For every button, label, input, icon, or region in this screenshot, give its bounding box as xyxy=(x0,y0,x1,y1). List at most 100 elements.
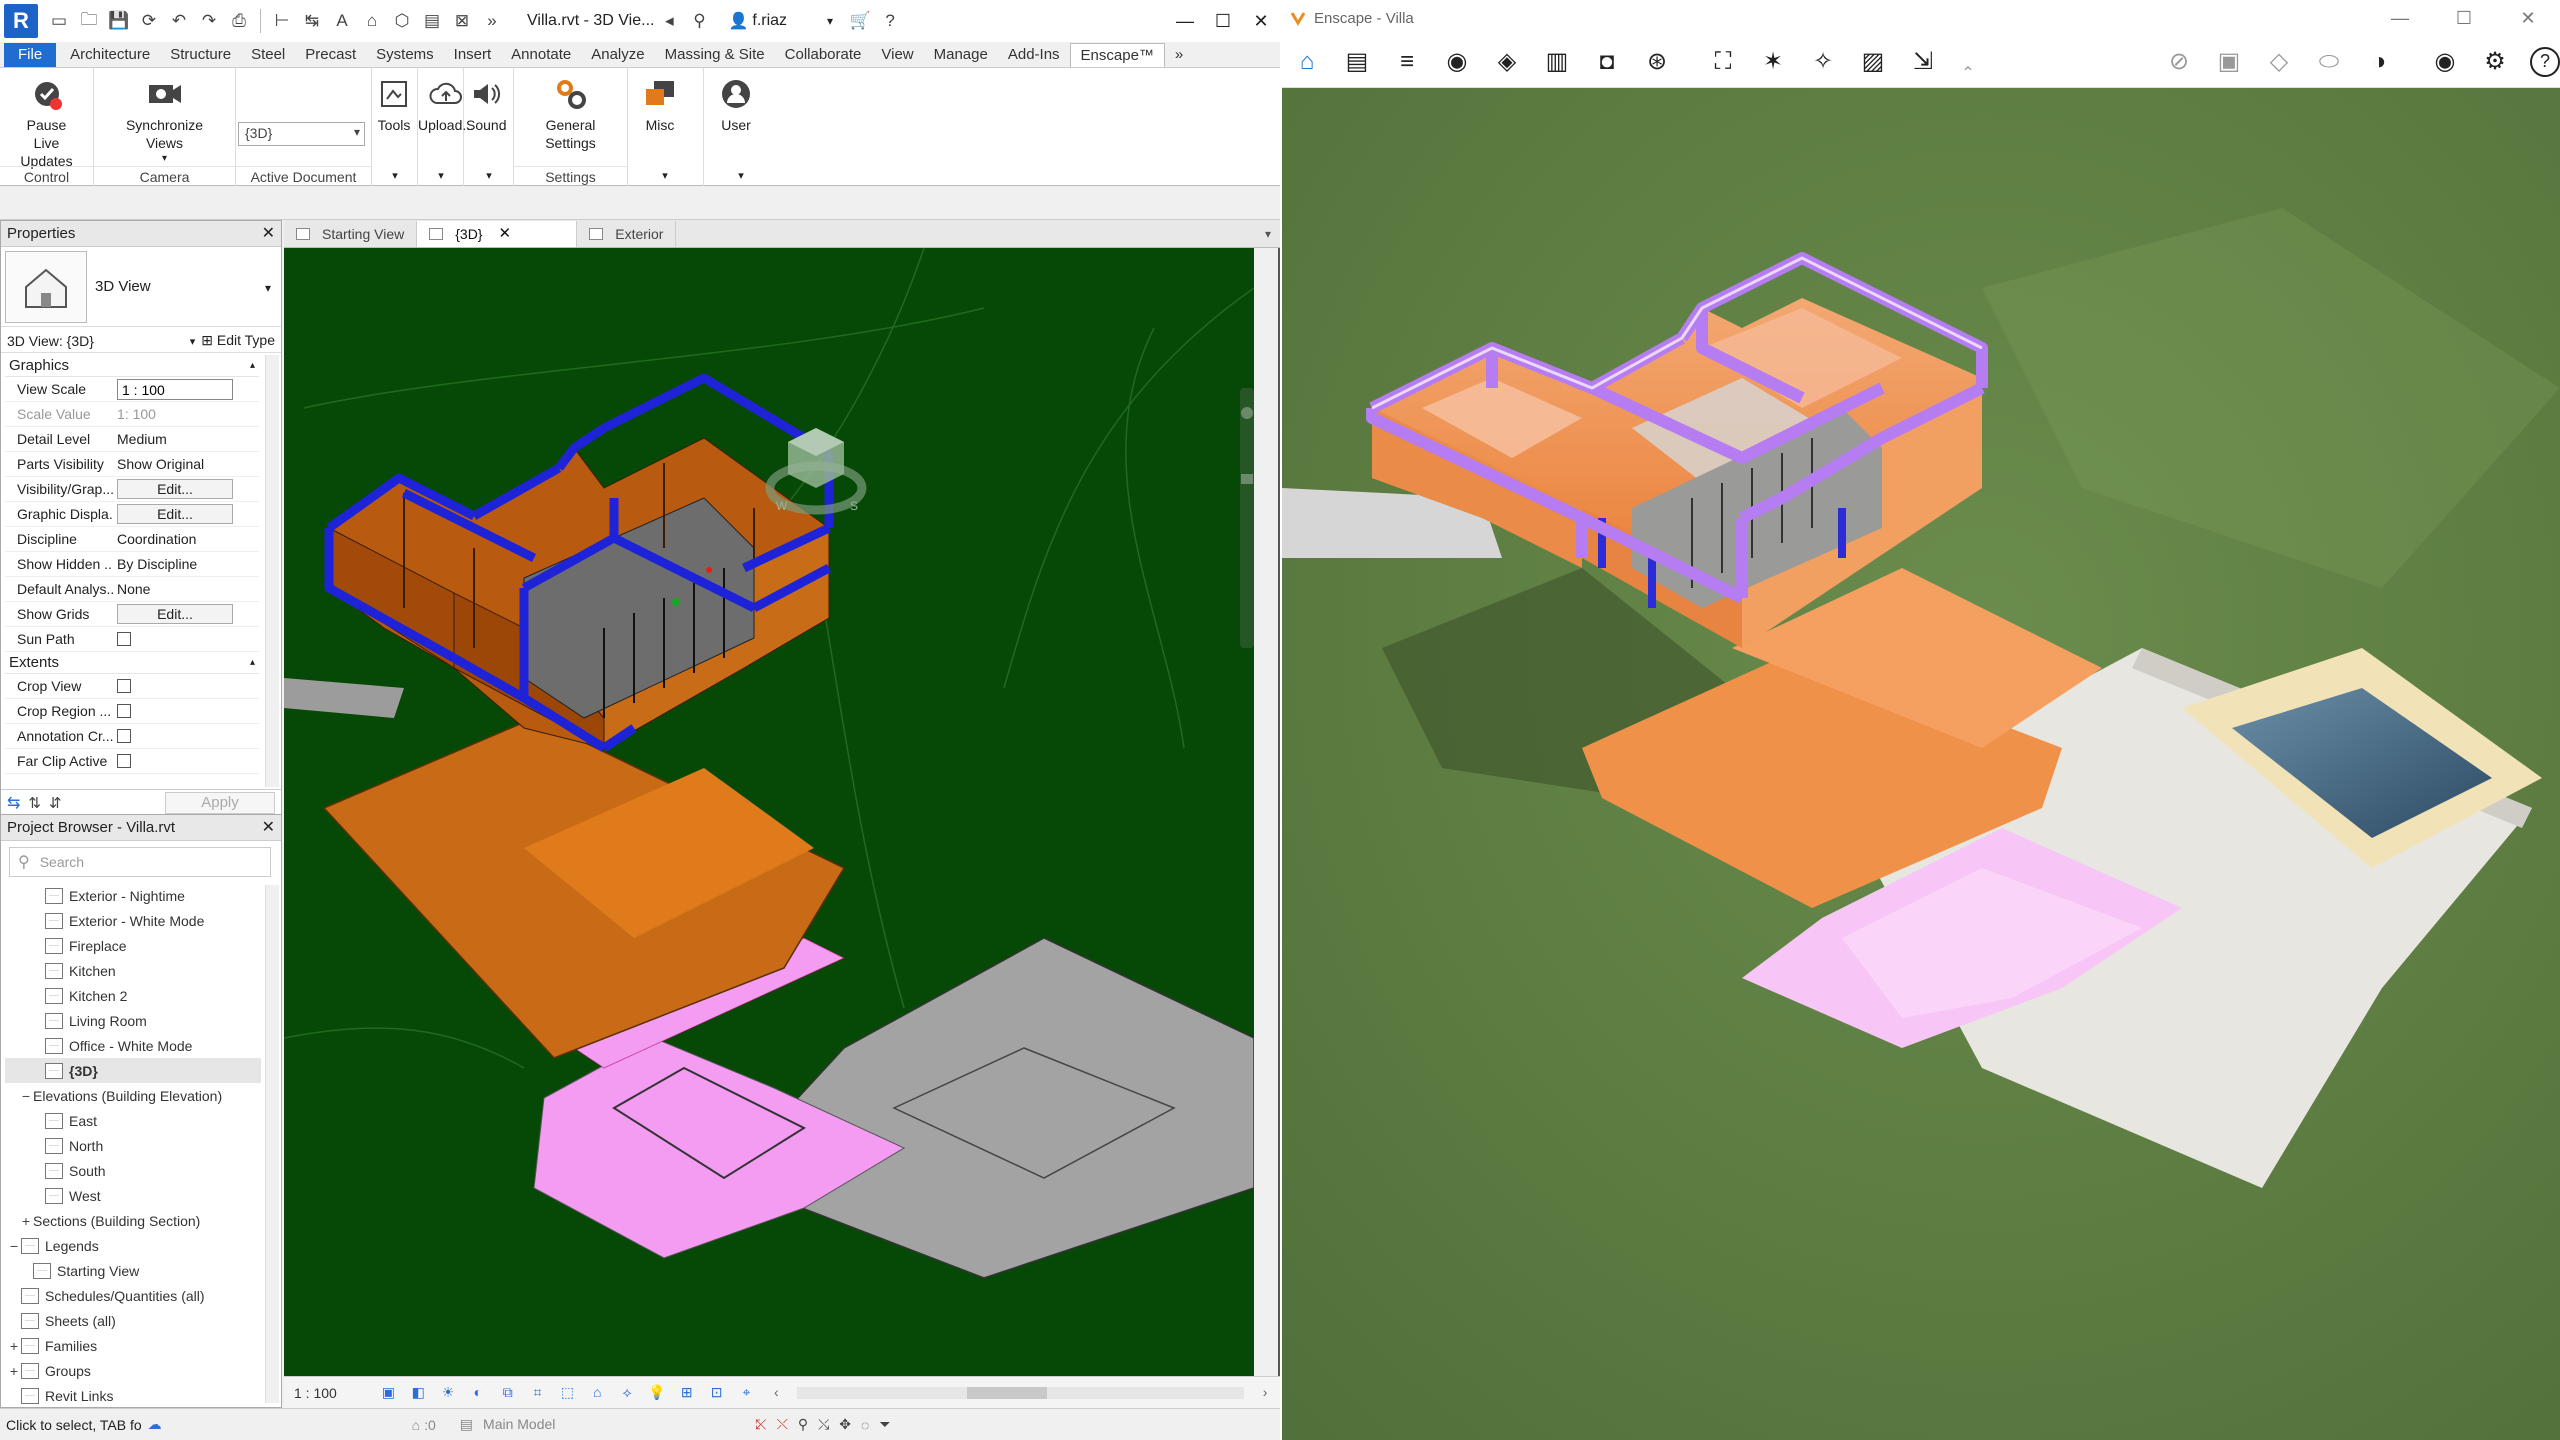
text-icon[interactable]: A xyxy=(329,8,355,34)
view-scale-value[interactable]: 1 : 100 xyxy=(294,1385,373,1401)
dimension-icon[interactable]: ↹ xyxy=(299,8,325,34)
browser-view-item[interactable]: {3D} xyxy=(5,1058,261,1083)
sync-icon[interactable]: ⟳ xyxy=(136,8,162,34)
expand-icon[interactable]: + xyxy=(7,1363,21,1379)
chevron-down-icon[interactable]: ▾ xyxy=(654,166,676,186)
magic-icon[interactable]: ✧ xyxy=(1798,42,1848,82)
image-2-icon[interactable]: ▣ xyxy=(2204,42,2254,82)
revit-logo-icon[interactable]: R xyxy=(4,4,38,38)
scroll-left-icon[interactable]: ‹ xyxy=(765,1384,787,1402)
active-document-select[interactable]: {3D} xyxy=(238,122,365,146)
binoculars-icon[interactable]: ⚲ xyxy=(686,8,712,34)
edit-button[interactable]: Edit... xyxy=(117,604,233,624)
video-editor-icon[interactable]: ◈ xyxy=(1482,42,1532,82)
browser-view-item[interactable]: Office - White Mode xyxy=(5,1033,261,1058)
drag-elements-icon[interactable]: ✥ xyxy=(839,1416,851,1433)
browser-view-item[interactable]: North xyxy=(5,1133,261,1158)
tab-enscape[interactable]: Enscape™ xyxy=(1069,43,1165,67)
redo-icon[interactable]: ↷ xyxy=(196,8,222,34)
tab-analyze[interactable]: Analyze xyxy=(581,43,654,67)
extent-checkbox[interactable] xyxy=(117,729,131,743)
scrollbar[interactable] xyxy=(265,355,279,787)
tab-massing-site[interactable]: Massing & Site xyxy=(655,43,775,67)
detail-level-icon[interactable]: ▣ xyxy=(377,1384,399,1402)
scroll-right-icon[interactable]: › xyxy=(1254,1384,1276,1402)
maximize-icon[interactable]: ☐ xyxy=(1204,0,1242,42)
more-icon[interactable]: » xyxy=(479,8,505,34)
bim-icon[interactable]: ≡ xyxy=(1382,42,1432,82)
render-dialog-icon[interactable]: ⧉ xyxy=(497,1384,519,1402)
browser-view-item[interactable]: Exterior - Nightime xyxy=(5,883,261,908)
chevron-down-icon[interactable]: ▾ xyxy=(430,166,452,186)
chevron-down-icon[interactable]: ▾ xyxy=(730,166,752,186)
select-links-icon[interactable]: ⤪ xyxy=(755,1416,766,1433)
temp-hide-icon[interactable]: ⟡ xyxy=(616,1384,638,1402)
section-icon[interactable]: ⬡ xyxy=(389,8,415,34)
show-crop-icon[interactable]: ⬚ xyxy=(557,1384,579,1402)
close-icon[interactable]: ✕ xyxy=(498,221,511,247)
help-icon[interactable]: ? xyxy=(2530,46,2560,77)
view-tab[interactable]: Exterior xyxy=(577,221,677,247)
edit-button[interactable]: Edit... xyxy=(117,479,233,499)
view-scale-input[interactable] xyxy=(117,379,233,400)
tab-systems[interactable]: Systems xyxy=(366,43,444,67)
browser-view-item[interactable]: Kitchen xyxy=(5,958,261,983)
horizontal-scrollbar[interactable] xyxy=(797,1386,1245,1399)
property-value[interactable]: Coordination xyxy=(113,527,259,551)
eye-icon[interactable]: ◉ xyxy=(2420,42,2470,82)
expand-arrow-icon[interactable]: ◂ xyxy=(656,8,682,34)
export-icon[interactable]: ⇲ xyxy=(1898,42,1948,82)
materials-icon[interactable]: ◘ xyxy=(1582,42,1632,82)
enscape-render-view[interactable] xyxy=(1282,88,2560,1440)
type-selector[interactable]: 3D View ▾ xyxy=(1,247,281,327)
worksharing-icon[interactable]: ⊞ xyxy=(676,1384,698,1402)
close-hidden-icon[interactable]: ⊠ xyxy=(449,8,475,34)
shadows-icon[interactable]: ◐ xyxy=(467,1384,489,1402)
sort-asc-icon[interactable]: ⇅ xyxy=(28,794,41,812)
visual-settings-icon[interactable]: ◉ xyxy=(1432,42,1482,82)
tools-button[interactable]: Tools xyxy=(372,72,416,186)
cube-icon[interactable]: ◇ xyxy=(2254,42,2304,82)
default-3d-icon[interactable]: ⌂ xyxy=(359,8,385,34)
chevron-down-icon[interactable]: ▾ xyxy=(265,281,271,295)
collapse-icon[interactable]: ⌃ xyxy=(1948,53,1988,93)
property-value[interactable]: None xyxy=(113,577,259,601)
close-icon[interactable]: ✕ xyxy=(262,815,275,841)
tab-steel[interactable]: Steel xyxy=(241,43,295,67)
print-icon[interactable]: ⎙ xyxy=(226,8,252,34)
edit-type-button[interactable]: ▾ ⊞ Edit Type xyxy=(190,332,275,349)
crop-view-icon[interactable]: ⌗ xyxy=(527,1384,549,1402)
visual-style-icon[interactable]: ◧ xyxy=(407,1384,429,1402)
tabs-more-icon[interactable]: » xyxy=(1165,43,1193,67)
collapse-icon[interactable]: − xyxy=(19,1088,33,1104)
sun-path-icon[interactable]: ☀ xyxy=(437,1384,459,1402)
group-extents[interactable]: Extents ▴ xyxy=(5,652,259,674)
browser-group-item[interactable]: Sheets (all) xyxy=(5,1308,261,1333)
reveal-hidden-icon[interactable]: 💡 xyxy=(646,1384,668,1402)
select-by-face-icon[interactable]: ⤯ xyxy=(818,1416,829,1433)
sun-path-checkbox[interactable] xyxy=(117,632,131,646)
save-icon[interactable]: 💾 xyxy=(106,8,132,34)
revit-3d-view[interactable]: W S xyxy=(284,248,1254,1376)
screenshot-icon[interactable]: ⛶ xyxy=(1698,42,1748,82)
extent-checkbox[interactable] xyxy=(117,704,131,718)
views-icon[interactable]: ▤ xyxy=(1332,42,1382,82)
asset-library-icon[interactable]: ▥ xyxy=(1532,42,1582,82)
extent-checkbox[interactable] xyxy=(117,679,131,693)
switch-windows-icon[interactable]: ▤ xyxy=(419,8,445,34)
browser-group-item[interactable]: + Sections (Building Section) xyxy=(5,1208,261,1233)
lock-view-icon[interactable]: ⌂ xyxy=(586,1384,608,1402)
tab-manage[interactable]: Manage xyxy=(924,43,998,67)
hide-icon[interactable]: ⊘ xyxy=(2154,42,2204,82)
scroll-thumb[interactable] xyxy=(967,1386,1048,1399)
tab-structure[interactable]: Structure xyxy=(160,43,241,67)
browser-group-item[interactable]: Schedules/Quantities (all) xyxy=(5,1283,261,1308)
headset-icon[interactable]: ◑ xyxy=(2354,42,2404,82)
scrollbar[interactable] xyxy=(265,885,279,1403)
collapse-icon[interactable]: − xyxy=(7,1238,21,1254)
view-tab[interactable]: {3D} ✕ xyxy=(417,221,578,247)
close-icon[interactable]: ✕ xyxy=(2496,0,2560,36)
close-icon[interactable]: ✕ xyxy=(1242,0,1280,42)
tab-add-ins[interactable]: Add-Ins xyxy=(998,43,1070,67)
image-icon[interactable]: ▨ xyxy=(1848,42,1898,82)
